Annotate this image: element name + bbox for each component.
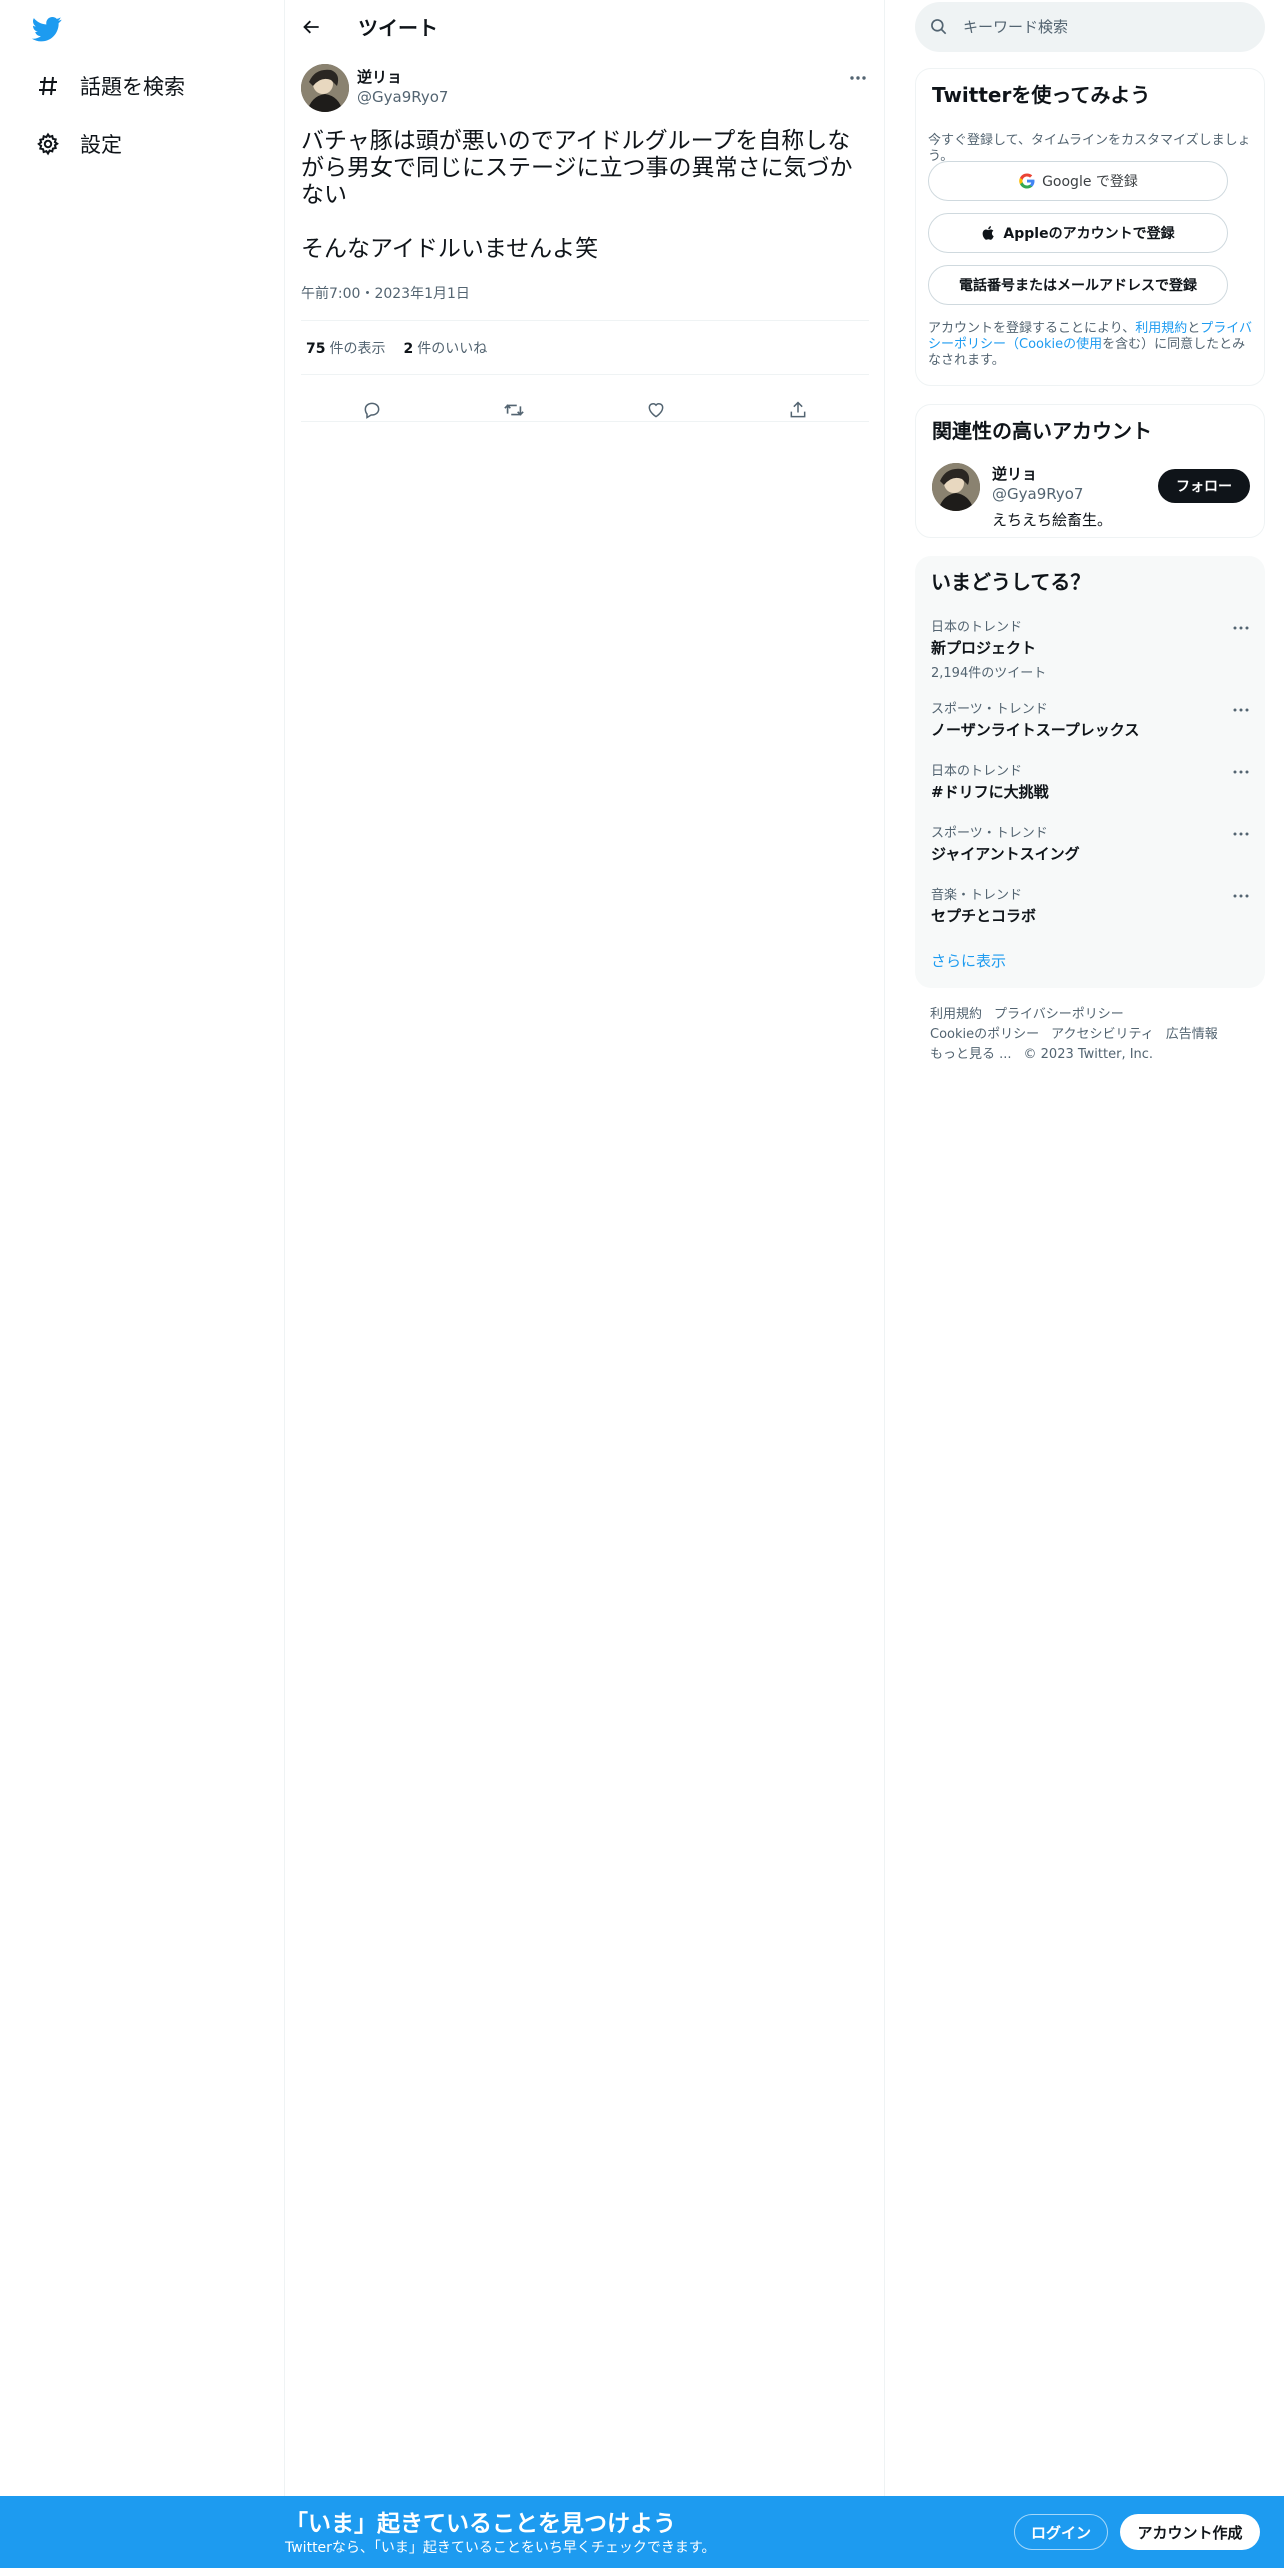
heart-icon <box>648 403 664 418</box>
relevant-accounts-card: 関連性の高いアカウント 逆リョ @Gya9Ryo7 えちえち絵畜生。 フォロー <box>915 404 1265 538</box>
trend-item[interactable]: 日本のトレンド 新プロジェクト 2,194件のツイート <box>931 616 1251 681</box>
google-logo-icon <box>1019 173 1035 189</box>
signup-card-title: Twitterを使ってみよう <box>932 83 1151 107</box>
search-bar[interactable] <box>915 2 1265 52</box>
trend-item[interactable]: スポーツ・トレンド ジャイアントスイング <box>931 822 1251 864</box>
divider <box>301 320 869 321</box>
retweet-button[interactable] <box>496 392 532 428</box>
trend-item[interactable]: 日本のトレンド #ドリフに大挑戦 <box>931 760 1251 802</box>
author-handle[interactable]: @Gya9Ryo7 <box>357 88 448 106</box>
trends-title: いまどうしてる？ <box>931 570 1091 594</box>
search-icon <box>931 19 947 35</box>
twitter-bird-icon[interactable] <box>30 14 64 44</box>
more-options-button[interactable] <box>846 66 870 90</box>
more-icon <box>1233 626 1249 630</box>
likes-stat[interactable]: 2 件のいいね <box>403 338 487 358</box>
trend-more-button[interactable] <box>1229 762 1253 782</box>
apple-logo-icon <box>983 226 995 240</box>
apple-signup-label: Appleのアカウントで登録 <box>1003 226 1175 242</box>
author-name[interactable]: 逆リョ <box>357 66 402 87</box>
trend-category: 日本のトレンド <box>931 764 1023 779</box>
trends-card: いまどうしてる？ 日本のトレンド 新プロジェクト 2,194件のツイート スポー… <box>915 556 1265 988</box>
banner-subtitle: Twitterなら、「いま」起きていることをいち早くチェックできます。 <box>285 2540 716 2556</box>
tweet-actions <box>301 382 869 438</box>
arrow-left-icon <box>303 20 319 34</box>
trend-category: スポーツ・トレンド <box>931 826 1048 841</box>
trend-count: 2,194件のツイート <box>931 666 1047 681</box>
more-icon <box>1233 832 1249 836</box>
trend-category: 日本のトレンド <box>931 620 1023 635</box>
page-title: ツイート <box>358 16 438 40</box>
more-icon <box>1233 894 1249 898</box>
create-account-button[interactable]: アカウント作成 <box>1120 2514 1260 2550</box>
trend-item[interactable]: 音楽・トレンド セプチとコラボ <box>931 884 1251 926</box>
nav-explore-label: 話題を検索 <box>80 75 185 99</box>
reply-icon <box>364 402 380 419</box>
more-icon <box>1233 770 1249 774</box>
nav-settings-label: 設定 <box>80 133 122 157</box>
divider <box>301 374 869 375</box>
login-button[interactable]: ログイン <box>1014 2514 1108 2550</box>
hashtag-icon <box>30 68 66 104</box>
reply-button[interactable] <box>354 392 390 428</box>
relevant-accounts-title: 関連性の高いアカウント <box>932 419 1152 443</box>
terms-link[interactable]: 利用規約 <box>1135 321 1187 336</box>
search-input[interactable] <box>963 18 1223 36</box>
apple-signup-button[interactable]: Appleのアカウントで登録 <box>928 213 1228 253</box>
bottom-signup-banner: 「いま」起きていることを見つけよう Twitterなら、「いま」起きていることを… <box>0 2496 1284 2568</box>
nav-settings[interactable]: 設定 <box>30 124 122 164</box>
phone-email-signup-label: 電話番号またはメールアドレスで登録 <box>959 278 1197 294</box>
tweet-stats: 75 件の表示 2 件のいいね <box>306 338 487 358</box>
trend-more-button[interactable] <box>1229 700 1253 720</box>
phone-email-signup-button[interactable]: 電話番号またはメールアドレスで登録 <box>928 265 1228 305</box>
footer-accessibility-link[interactable]: アクセシビリティ <box>1051 1027 1154 1042</box>
trend-name: ジャイアントスイング <box>931 845 1080 863</box>
trend-name: 新プロジェクト <box>931 639 1037 657</box>
trend-more-button[interactable] <box>1229 618 1253 638</box>
trend-name: #ドリフに大挑戦 <box>931 783 1049 801</box>
trend-name: セプチとコラボ <box>931 907 1037 925</box>
footer-links: 利用規約 プライバシーポリシー Cookieのポリシー アクセシビリティ 広告情報 も… <box>930 1005 1260 1065</box>
trend-category: スポーツ・トレンド <box>931 702 1048 717</box>
show-more-link[interactable]: さらに表示 <box>931 950 1006 971</box>
more-icon <box>1233 708 1249 712</box>
share-icon <box>790 401 806 418</box>
avatar[interactable] <box>301 64 349 112</box>
more-icon <box>850 76 866 80</box>
footer-more-link[interactable]: もっと見る ... <box>930 1047 1012 1062</box>
footer-ads-link[interactable]: 広告情報 <box>1166 1027 1218 1042</box>
google-signup-button[interactable]: Google で登録 <box>928 161 1228 201</box>
footer-terms-link[interactable]: 利用規約 <box>930 1007 982 1022</box>
like-button[interactable] <box>638 392 674 428</box>
main-column: ツイート 逆リョ @Gya9Ryo7 バチャ豚は頭が悪いのでアイドルグループを自… <box>285 0 885 2496</box>
divider <box>301 421 869 422</box>
footer-privacy-link[interactable]: プライバシーポリシー <box>994 1007 1124 1022</box>
trend-name: ノーザンライトスープレックス <box>931 721 1140 739</box>
footer-cookie-link[interactable]: Cookieのポリシー <box>930 1027 1039 1042</box>
retweet-icon <box>504 404 524 416</box>
banner-title: 「いま」起きていることを見つけよう <box>285 2511 676 2537</box>
back-button[interactable] <box>295 10 329 44</box>
avatar[interactable] <box>932 463 980 511</box>
relevant-account-bio: えちえち絵畜生。 <box>992 511 1113 529</box>
signup-card: Twitterを使ってみよう 今すぐ登録して、タイムラインをカスタマイズしましょ… <box>915 68 1265 386</box>
trend-category: 音楽・トレンド <box>931 888 1023 903</box>
relevant-account-name[interactable]: 逆リョ <box>992 463 1037 484</box>
trend-more-button[interactable] <box>1229 886 1253 906</box>
gear-icon <box>30 126 66 162</box>
views-stat[interactable]: 75 件の表示 <box>306 338 385 358</box>
nav-explore[interactable]: 話題を検索 <box>30 66 185 106</box>
trend-more-button[interactable] <box>1229 824 1253 844</box>
left-navigation: 話題を検索 設定 <box>0 0 285 2496</box>
google-signup-label: Google で登録 <box>1042 174 1138 190</box>
page-header: ツイート <box>285 0 885 54</box>
tweet-text: バチャ豚は頭が悪いのでアイドルグループを自称しながら男女で同じにステージに立つ事… <box>301 128 853 262</box>
relevant-account-handle[interactable]: @Gya9Ryo7 <box>992 485 1083 503</box>
tweet-timestamp[interactable]: 午前7:00・2023年1月1日 <box>301 283 470 303</box>
trend-item[interactable]: スポーツ・トレンド ノーザンライトスープレックス <box>931 698 1251 740</box>
footer-copyright: © 2023 Twitter, Inc. <box>1023 1047 1154 1062</box>
signup-legal-text: アカウントを登録することにより、利用規約とプライバシーポリシー（Cookieの使… <box>928 321 1253 368</box>
share-button[interactable] <box>780 392 816 428</box>
follow-button[interactable]: フォロー <box>1158 469 1250 503</box>
